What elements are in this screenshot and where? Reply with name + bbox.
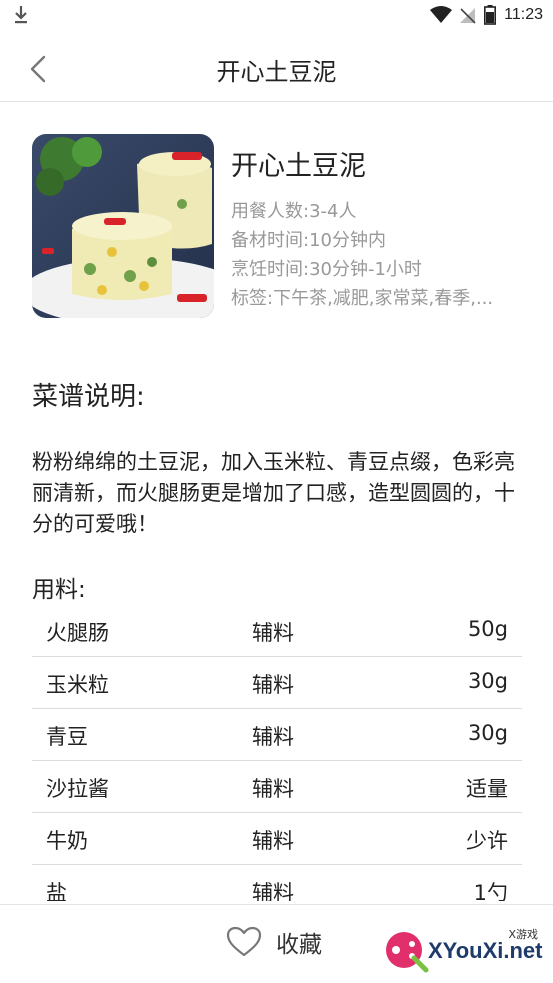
ingredient-amount: 适量 <box>466 777 508 801</box>
recipe-cook-time: 烹饪时间:30分钟-1小时 <box>231 259 422 280</box>
ingredient-name: 玉米粒 <box>46 673 109 697</box>
recipe-info: 开心土豆泥 用餐人数:3-4人 备材时间:10分钟内 烹饪时间:30分钟-1小时… <box>231 144 541 313</box>
ingredient-name: 青豆 <box>46 725 88 749</box>
signal-icon <box>460 8 476 24</box>
download-icon <box>15 6 27 24</box>
ingredient-amount: 50g <box>467 617 508 641</box>
heart-icon <box>226 926 262 957</box>
toolbar: 开心土豆泥 <box>0 32 553 102</box>
gamepad-logo-icon <box>386 932 429 973</box>
ingredient-type: 辅料 <box>252 621 294 645</box>
table-row: 青豆 辅料 30g <box>32 709 522 761</box>
favorite-label: 收藏 <box>276 932 322 958</box>
ingredient-amount: 1勺 <box>473 881 508 901</box>
ingredient-amount: 30g <box>467 669 508 693</box>
ingredient-name: 牛奶 <box>46 829 88 853</box>
ingredient-type: 辅料 <box>252 829 294 853</box>
ingredient-amount: 30g <box>467 721 508 745</box>
favorite-button[interactable]: 收藏 <box>226 925 322 959</box>
table-row: 玉米粒 辅料 30g <box>32 657 522 709</box>
table-row: 火腿肠 辅料 50g <box>32 605 522 657</box>
table-row: 牛奶 辅料 少许 <box>32 813 522 865</box>
ingredient-name: 沙拉酱 <box>46 777 109 801</box>
ingredient-type: 辅料 <box>252 881 294 901</box>
status-bar: 11:23 <box>0 0 553 32</box>
recipe-prep-time: 备材时间:10分钟内 <box>231 230 386 251</box>
description-text: 粉粉绵绵的土豆泥，加入玉米粒、青豆点缀，色彩亮丽清新，而火腿肠更是增加了口感，造… <box>32 450 515 536</box>
wifi-icon <box>430 6 453 23</box>
ingredient-type: 辅料 <box>252 673 294 697</box>
recipe-name: 开心土豆泥 <box>231 151 366 182</box>
ingredient-amount: 少许 <box>466 829 508 853</box>
watermark-text: XYouXi.net <box>428 938 543 963</box>
table-row: 沙拉酱 辅料 适量 <box>32 761 522 813</box>
ingredient-name: 盐 <box>46 881 67 901</box>
ingredient-name: 火腿肠 <box>46 621 109 645</box>
ingredient-type: 辅料 <box>252 725 294 749</box>
table-row: 盐 辅料 1勺 <box>32 865 522 901</box>
description-heading: 菜谱说明: <box>32 382 145 412</box>
ingredient-type: 辅料 <box>252 777 294 801</box>
status-time: 11:23 <box>504 6 543 23</box>
recipe-tags: 标签:下午茶,减肥,家常菜,春季,... <box>231 288 494 309</box>
battery-icon <box>484 5 497 25</box>
page-title: 开心土豆泥 <box>216 58 337 86</box>
ingredients-table: 火腿肠 辅料 50g 玉米粒 辅料 30g 青豆 辅料 30g 沙拉酱 辅料 适… <box>32 605 522 901</box>
ingredients-heading: 用料: <box>32 577 86 603</box>
watermark-logo: X游戏 XYouXi.net <box>378 920 550 978</box>
recipe-image <box>32 134 214 318</box>
recipe-servings: 用餐人数:3-4人 <box>231 201 357 222</box>
